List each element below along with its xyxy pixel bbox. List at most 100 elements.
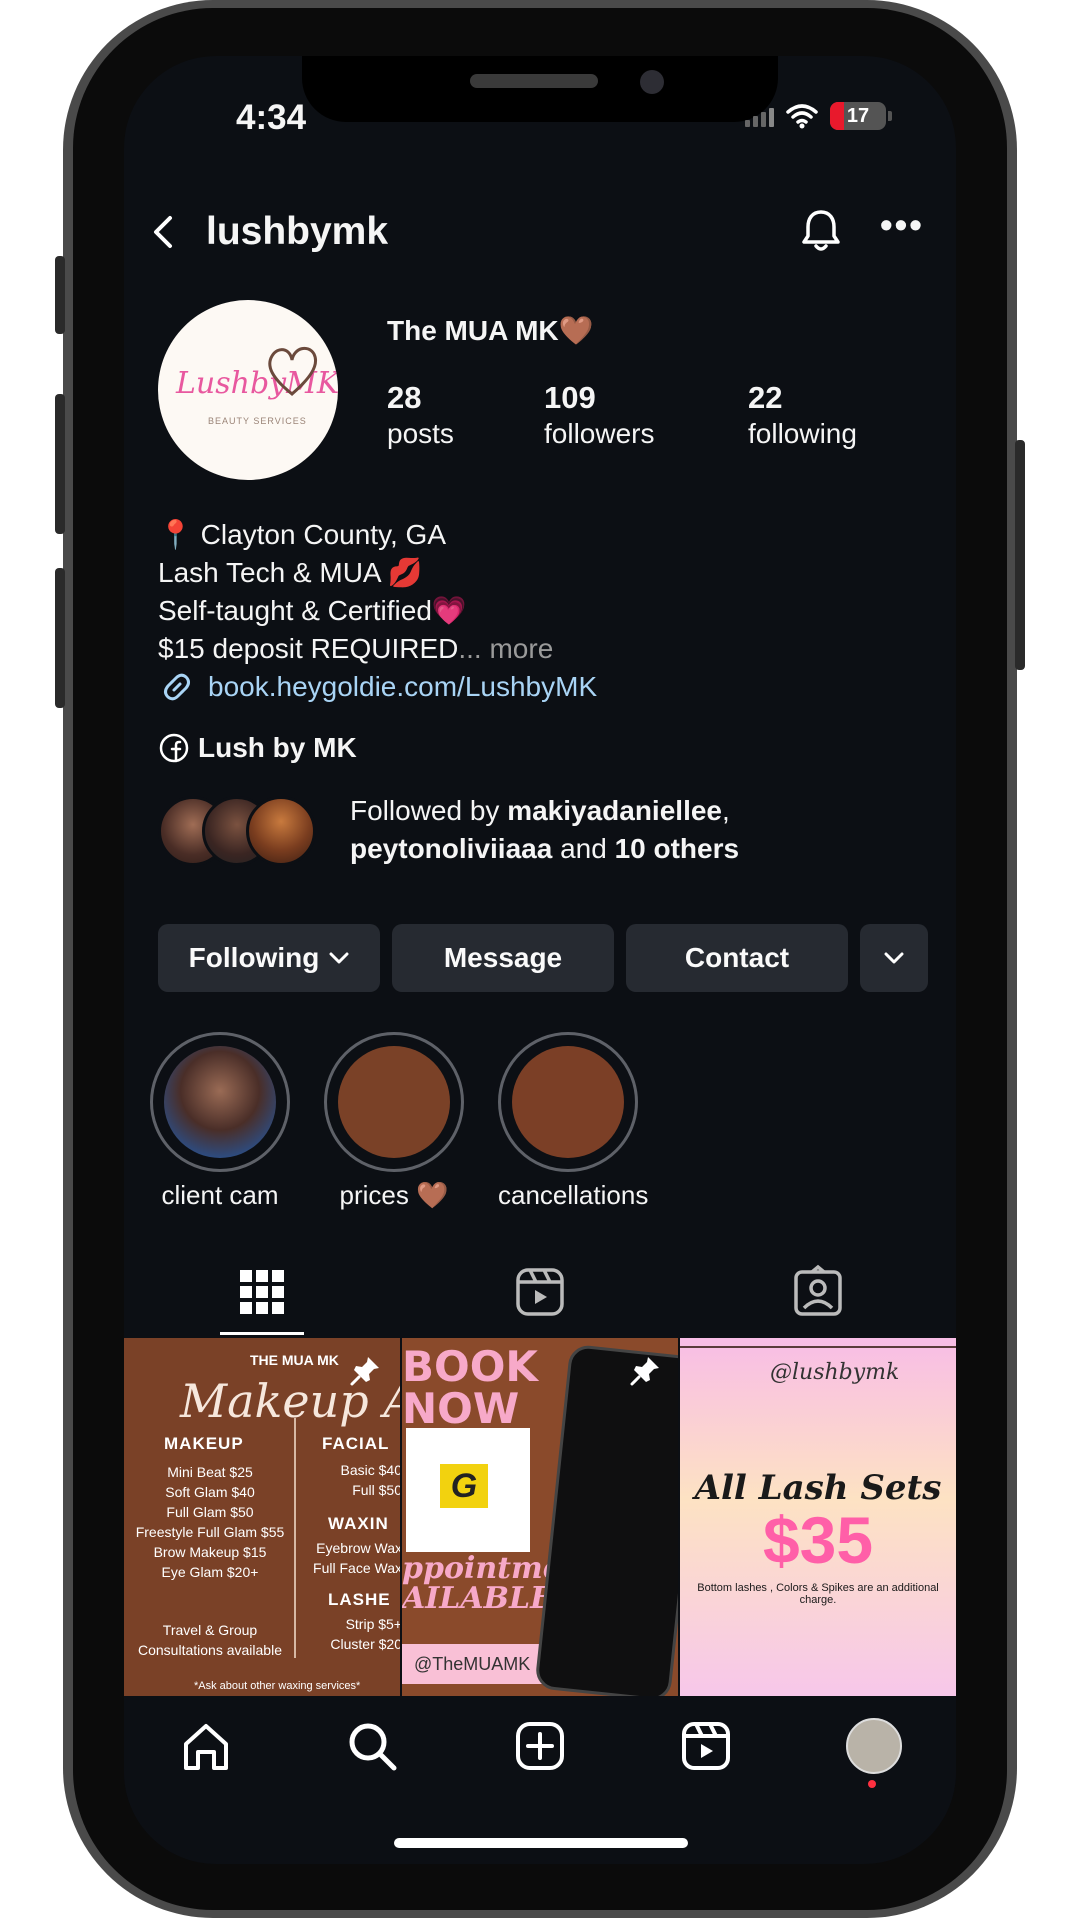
pin-icon	[630, 1357, 659, 1386]
following-button-label: Following	[188, 942, 320, 973]
highlight-prices[interactable]: prices 🤎	[324, 1032, 464, 1211]
profile-link[interactable]: book.heygoldie.com/LushbyMK	[158, 668, 597, 706]
profile-username: lushbymk	[206, 210, 389, 253]
facebook-link[interactable]: Lush by MK	[158, 732, 357, 764]
profile-avatar[interactable]: LushbyMK BEAUTY SERVICES	[158, 300, 338, 480]
status-time: 4:34	[236, 98, 307, 137]
battery-level: 17	[846, 104, 870, 127]
active-tab-indicator	[220, 1332, 304, 1335]
bio-line: Lash Tech & MUA 💋	[158, 557, 423, 588]
profile-tabs	[124, 1256, 956, 1336]
bell-icon[interactable]	[796, 206, 846, 256]
screen: 4:34 17 lushbymk ••• LushbyMK BEAUTY SER…	[124, 56, 956, 1864]
home-icon[interactable]	[178, 1718, 234, 1774]
chevron-down-icon	[884, 952, 904, 964]
mute-switch	[55, 256, 65, 334]
search-icon[interactable]	[344, 1718, 400, 1774]
bio-more-link[interactable]: ... more	[458, 633, 553, 664]
phone-mockup	[534, 1343, 678, 1696]
facebook-icon	[159, 733, 189, 763]
post-brand: THE MUA MK	[250, 1352, 339, 1368]
bio-line: Self-taught & Certified💗	[158, 595, 467, 626]
power-button	[1015, 440, 1025, 670]
avatar-subtitle: BEAUTY SERVICES	[208, 416, 307, 426]
message-button[interactable]: Message	[392, 924, 614, 992]
post-makeup-prices: Mini Beat $25 Soft Glam $40 Full Glam $5…	[135, 1464, 285, 1580]
highlight-label: client cam	[161, 1180, 279, 1210]
highlight-cancellations[interactable]: cancellations	[498, 1032, 649, 1211]
tagged-icon[interactable]	[790, 1264, 846, 1320]
highlight-label: cancellations	[498, 1180, 649, 1210]
notch	[302, 56, 778, 122]
post-tile[interactable]: @lushbymk All Lash Sets $35 Bottom lashe…	[680, 1338, 956, 1696]
post-tile[interactable]: BOOK NOW G ppointments AILABLE @TheMUAMK	[402, 1338, 678, 1696]
post-divider	[294, 1418, 296, 1658]
stat-following-label: following	[748, 418, 857, 449]
reels-icon[interactable]	[512, 1264, 568, 1320]
post-note: Bottom lashes , Colors & Spikes are an a…	[697, 1582, 939, 1606]
stat-following-value: 22	[748, 380, 783, 415]
highlight-ring	[498, 1032, 638, 1172]
followed-by-others: 10 others	[614, 833, 740, 864]
grid-icon[interactable]	[234, 1264, 290, 1320]
followed-by-prefix: Followed by	[350, 795, 508, 826]
bottom-nav	[124, 1696, 956, 1806]
notification-dot	[868, 1780, 876, 1788]
post-border	[680, 1346, 956, 1348]
battery-indicator: 17	[830, 102, 886, 130]
reels-nav-icon[interactable]	[678, 1718, 734, 1774]
post-lash-prices: Strip $5+ Cluster $20	[330, 1616, 400, 1652]
signal-icon	[745, 105, 774, 127]
followed-by-user: makiyadaniellee	[507, 795, 722, 826]
more-icon[interactable]: •••	[880, 204, 924, 246]
contact-button-label: Contact	[684, 942, 790, 973]
highlight-client-cam[interactable]: client cam	[150, 1032, 290, 1211]
heart-logo-icon	[268, 346, 317, 396]
post-price: $35	[762, 1503, 874, 1577]
bio-line: 📍 Clayton County, GA	[158, 519, 447, 550]
stat-followers-label: followers	[544, 418, 655, 449]
post-facial-prices: Basic $40 Full $50	[340, 1462, 400, 1498]
followed-by-text: Followed by makiyadaniellee, peytonolivii…	[350, 792, 910, 868]
profile-link-text: book.heygoldie.com/LushbyMK	[208, 671, 598, 702]
back-icon[interactable]	[142, 210, 186, 254]
pin-icon	[350, 1357, 379, 1386]
highlight-cover	[164, 1046, 276, 1158]
home-indicator[interactable]	[394, 1838, 688, 1848]
contact-button[interactable]: Contact	[626, 924, 848, 992]
stat-posts[interactable]: 28 posts	[387, 380, 454, 450]
stat-following[interactable]: 22 following	[748, 380, 857, 450]
volume-down-button	[55, 568, 65, 708]
message-button-label: Message	[443, 942, 563, 973]
post-waxing-prices: Eyebrow Wax Full Face Wax	[313, 1540, 400, 1576]
post-heading: LASHE	[328, 1590, 391, 1609]
followed-by-user: peytonoliviiaaa	[350, 833, 553, 864]
stat-followers[interactable]: 109 followers	[544, 380, 654, 450]
following-button[interactable]: Following	[158, 924, 380, 992]
post-footer: *Ask about other waxing services*	[194, 1680, 361, 1692]
bio-line: $15 deposit REQUIRED... more	[158, 630, 553, 668]
volume-up-button	[55, 394, 65, 534]
battery-tip	[888, 111, 892, 121]
stat-followers-value: 109	[544, 380, 596, 415]
create-icon[interactable]	[512, 1718, 568, 1774]
goldie-logo-icon: G	[440, 1464, 488, 1508]
highlight-label: prices 🤎	[339, 1180, 449, 1210]
followed-by-sep: ,	[722, 795, 730, 826]
highlight-ring	[324, 1032, 464, 1172]
post-heading: WAXIN	[328, 1514, 389, 1533]
post-tile[interactable]: THE MUA MK Makeup Artist MAKEUP Mini Bea…	[124, 1338, 400, 1696]
chevron-down-icon	[329, 952, 349, 964]
post-handle: @lushbymk	[770, 1360, 900, 1385]
facebook-link-text: Lush by MK	[198, 732, 357, 763]
post-heading: FACIAL	[322, 1434, 390, 1453]
profile-header: lushbymk •••	[124, 202, 956, 266]
profile-nav-avatar[interactable]	[846, 1718, 902, 1774]
front-camera	[640, 70, 664, 94]
highlight-cover	[338, 1046, 450, 1158]
suggested-users-button[interactable]	[860, 924, 928, 992]
profile-bio: 📍 Clayton County, GA Lash Tech & MUA 💋 S…	[158, 516, 553, 668]
post-book-now: BOOK NOW	[402, 1342, 538, 1433]
stat-posts-value: 28	[387, 380, 422, 415]
stat-posts-label: posts	[387, 418, 454, 449]
